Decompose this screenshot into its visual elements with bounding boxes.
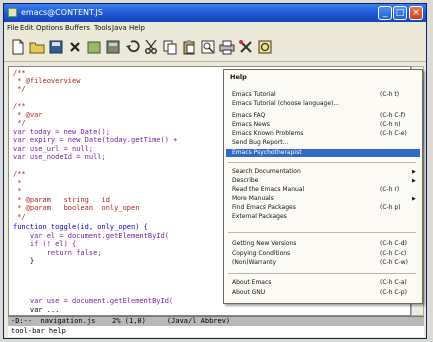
close-buffer-icon[interactable] bbox=[67, 39, 83, 55]
help-menu-item[interactable]: About GNU (C-h C-p) bbox=[226, 289, 420, 297]
code-line: var use = document.getElementById( bbox=[13, 297, 174, 305]
emacs-window: emacs@CONTENT.JS _ □ × File Edit Options… bbox=[3, 3, 427, 339]
help-menu: Help Emacs Tutorial (C-h t) Emacs Tutoria… bbox=[223, 69, 423, 304]
close-button[interactable]: × bbox=[409, 6, 423, 20]
code-line: var expiry = new Date(today.getTime() + bbox=[13, 136, 178, 144]
help-menu-item[interactable]: Send Bug Report... bbox=[226, 139, 420, 147]
help-menu-item[interactable]: Describe ▶ bbox=[226, 177, 420, 185]
code-line: if (! el) { bbox=[13, 240, 77, 248]
code-line: function toggle(id, only_open) { bbox=[13, 223, 148, 231]
menu-tools[interactable]: Tools bbox=[94, 22, 111, 34]
menu-file[interactable]: File bbox=[7, 22, 19, 34]
help-icon[interactable] bbox=[257, 39, 273, 55]
help-menu-item[interactable]: Emacs FAQ (C-h C-f) bbox=[226, 112, 420, 120]
help-menu-item[interactable]: (Non)Warranty (C-h C-w) bbox=[226, 259, 420, 267]
help-menu-item[interactable]: Find Emacs Packages (C-h p) bbox=[226, 204, 420, 212]
minibuffer[interactable]: tool-bar help bbox=[8, 326, 424, 337]
help-menu-item[interactable]: More Manuals ▶ bbox=[226, 195, 420, 203]
menu-options[interactable]: Options bbox=[36, 22, 63, 34]
code-line: var ... bbox=[13, 306, 60, 314]
help-menu-item[interactable]: Emacs Tutorial (choose language)... bbox=[226, 100, 420, 108]
save-icon[interactable] bbox=[48, 39, 64, 55]
code-line: */ bbox=[13, 119, 26, 127]
menu-bar: File Edit Options Buffers Tools Java Hel… bbox=[4, 22, 426, 34]
maximize-button[interactable]: □ bbox=[393, 6, 407, 20]
menu-separator bbox=[228, 232, 416, 233]
mode-line: -D:-- navigation.js 2% (1,0) (Java/l Abb… bbox=[8, 316, 424, 326]
menu-separator bbox=[228, 273, 416, 274]
submenu-arrow-icon: ▶ bbox=[412, 169, 416, 175]
window-title: emacs@CONTENT.JS bbox=[21, 8, 103, 17]
menu-edit[interactable]: Edit bbox=[20, 22, 34, 34]
search-icon[interactable] bbox=[200, 39, 216, 55]
help-menu-item-selected[interactable]: Emacs Psychotherapist bbox=[226, 149, 420, 157]
tool-bar bbox=[4, 35, 426, 62]
print-icon[interactable] bbox=[219, 39, 235, 55]
code-line: } bbox=[13, 257, 35, 265]
insert-file-icon[interactable] bbox=[86, 39, 102, 55]
code-line: */ bbox=[13, 213, 26, 221]
menu-separator bbox=[228, 162, 416, 163]
title-bar[interactable]: emacs@CONTENT.JS _ □ × bbox=[4, 4, 426, 22]
code-line: var use_nodeId = null; bbox=[13, 153, 106, 161]
help-menu-item[interactable]: Search Documentation ▶ bbox=[226, 168, 420, 176]
minimize-button[interactable]: _ bbox=[378, 6, 392, 20]
help-menu-item[interactable]: Read the Emacs Manual (C-h r) bbox=[226, 186, 420, 194]
help-menu-item[interactable]: External Packages bbox=[226, 213, 420, 221]
help-menu-item[interactable]: Getting New Versions (C-h C-d) bbox=[226, 240, 420, 248]
help-menu-item[interactable]: Emacs Known Problems (C-h C-e) bbox=[226, 130, 420, 138]
help-menu-header: Help bbox=[230, 73, 247, 81]
emacs-app-icon bbox=[8, 8, 17, 17]
menu-help[interactable]: Help bbox=[129, 22, 145, 34]
undo-icon[interactable] bbox=[124, 39, 140, 55]
new-file-icon[interactable] bbox=[10, 39, 26, 55]
help-menu-item[interactable]: Copying Conditions (C-h C-c) bbox=[226, 250, 420, 258]
dired-icon[interactable] bbox=[105, 39, 121, 55]
code-line: * @param boolean only_open bbox=[13, 204, 140, 212]
open-folder-icon[interactable] bbox=[29, 39, 45, 55]
help-menu-item[interactable]: About Emacs (C-h C-a) bbox=[226, 279, 420, 287]
code-line: /** bbox=[13, 170, 26, 178]
menu-buffers[interactable]: Buffers bbox=[65, 22, 90, 34]
code-line: * bbox=[13, 187, 22, 195]
help-menu-item[interactable]: Emacs Tutorial (C-h t) bbox=[226, 91, 420, 99]
menu-java[interactable]: Java bbox=[112, 22, 127, 34]
paste-icon[interactable] bbox=[181, 39, 197, 55]
preferences-icon[interactable] bbox=[238, 39, 254, 55]
submenu-arrow-icon: ▶ bbox=[412, 196, 416, 202]
code-line: */ bbox=[13, 85, 26, 93]
copy-icon[interactable] bbox=[162, 39, 178, 55]
submenu-arrow-icon: ▶ bbox=[412, 178, 416, 184]
code-line: /** bbox=[13, 102, 26, 110]
cut-icon[interactable] bbox=[143, 39, 159, 55]
help-menu-item[interactable]: Emacs News (C-h n) bbox=[226, 121, 420, 129]
